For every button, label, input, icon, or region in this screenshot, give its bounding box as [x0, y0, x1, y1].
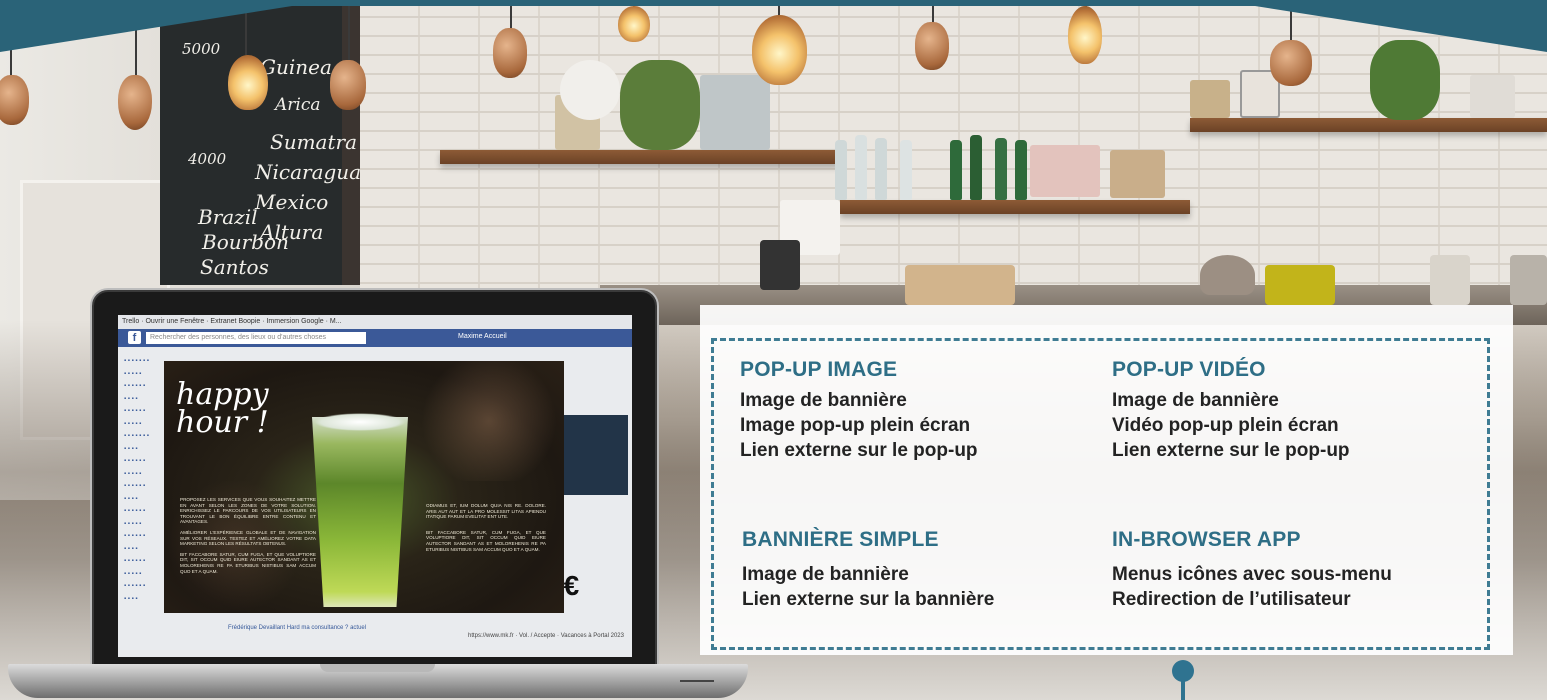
section-title: POP-UP IMAGE [740, 358, 898, 381]
feature-item: Image de bannière [740, 390, 907, 411]
cocktail-glass [312, 417, 408, 607]
section-in-browser-app: IN-BROWSER APP Menus icônes avec sous-me… [1112, 528, 1392, 612]
laptop-notch [320, 664, 435, 672]
wall-shelf [1190, 118, 1547, 132]
wall-shelf [440, 150, 840, 164]
facebook-logo-icon: f [128, 331, 141, 344]
laptop-screen: Trello · Ouvrir une Fenêtre · Extranet B… [118, 315, 632, 657]
browser-bookmarks-bar: Trello · Ouvrir une Fenêtre · Extranet B… [118, 315, 632, 329]
wall-shelf [840, 200, 1190, 214]
top-right-banner [1217, 0, 1547, 52]
feature-item: Vidéo pop-up plein écran [1112, 415, 1339, 436]
facebook-search-input[interactable]: Rechercher des personnes, des lieux ou d… [146, 332, 366, 344]
feature-item: Lien externe sur la bannière [742, 589, 995, 610]
facebook-ad-link[interactable]: https://www.mk.fr · Vol. / Accepte · Vac… [468, 633, 628, 639]
section-title: POP-UP VIDÉO [1112, 358, 1266, 381]
section-title: IN-BROWSER APP [1112, 528, 1301, 551]
pin-marker-stem [1181, 680, 1185, 700]
facebook-feed-post: Frédérique Devaillant Hard ma consultanc… [228, 625, 367, 631]
section-title: BANNIÈRE SIMPLE [742, 528, 939, 551]
facebook-nav[interactable]: Maxime Accueil [458, 333, 507, 340]
section-banniere-simple: BANNIÈRE SIMPLE Image de bannière Lien e… [742, 528, 994, 612]
feature-item: Redirection de l’utilisateur [1112, 589, 1351, 610]
laptop-indicator [680, 680, 714, 682]
feature-item: Lien externe sur le pop-up [740, 440, 978, 461]
popup-title: happy hour ! [176, 377, 269, 440]
feature-item: Image de bannière [742, 564, 909, 585]
feature-item: Lien externe sur le pop-up [1112, 440, 1350, 461]
section-popup-video: POP-UP VIDÉO Image de bannière Vidéo pop… [1112, 358, 1350, 463]
facebook-header: f Rechercher des personnes, des lieux ou… [118, 329, 632, 347]
popup-right-text: ODIAMUS ET, IUM DOLUM QUIA NIS RE. DOLOR… [426, 503, 546, 552]
feature-item: Menus icônes avec sous-menu [1112, 564, 1392, 585]
feature-item: Image pop-up plein écran [740, 415, 971, 436]
feature-item: Image de bannière [1112, 390, 1279, 411]
top-left-banner [0, 0, 330, 52]
pin-marker-icon [1172, 660, 1194, 682]
happy-hour-popup[interactable]: happy hour ! PROPOSEZ LES SERVICES QUE V… [164, 361, 564, 613]
section-popup-image: POP-UP IMAGE Image de bannière Image pop… [740, 358, 978, 463]
popup-left-text: PROPOSEZ LES SERVICES QUE VOUS SOUHAITEZ… [180, 497, 316, 574]
